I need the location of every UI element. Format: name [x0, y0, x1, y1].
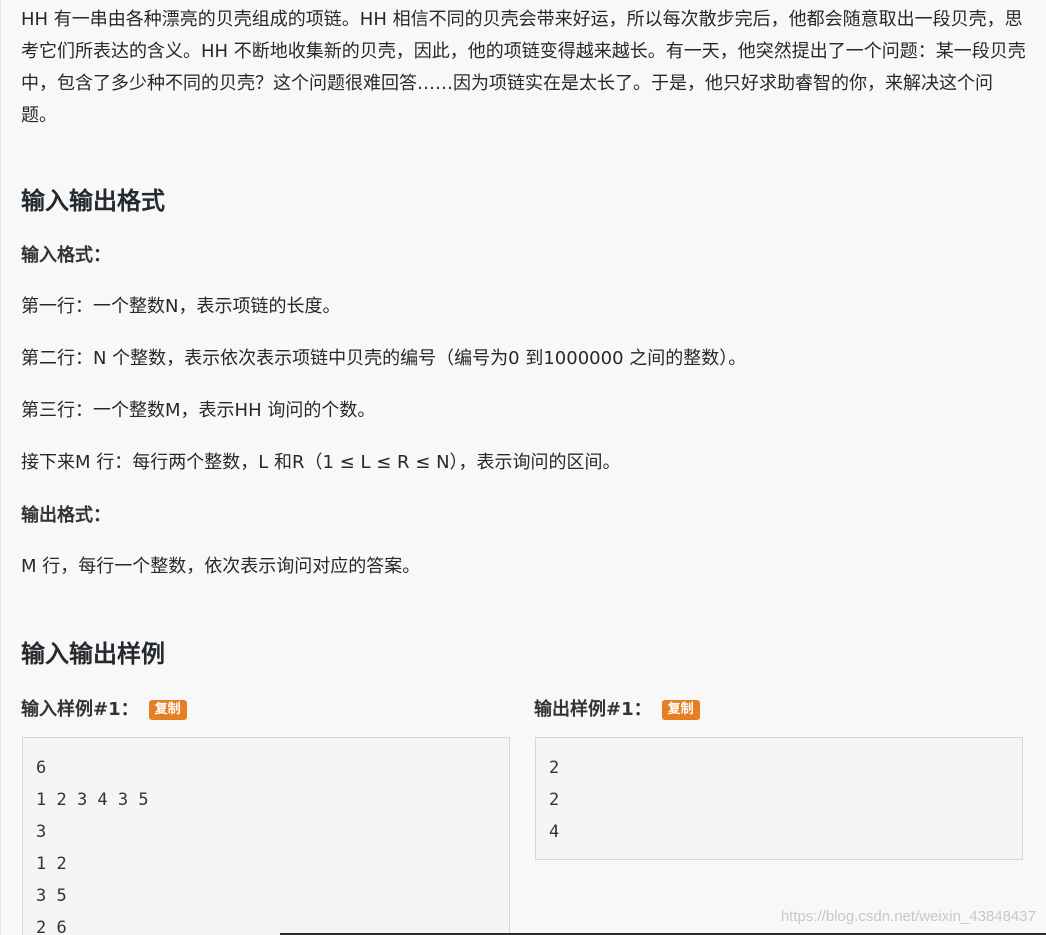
sample-input-box[interactable]: 6 1 2 3 4 3 5 3 1 2 3 5 2 6	[22, 737, 510, 935]
sample-output-title: 输出样例#1：	[534, 699, 652, 720]
output-format-label: 输出格式：	[21, 505, 111, 526]
output-line-1: M 行，每行一个整数，依次表示询问对应的答案。	[21, 556, 421, 577]
problem-description: HH 有一串由各种漂亮的贝壳组成的项链。HH 相信不同的贝壳会带来好运，所以每次…	[21, 9, 1026, 126]
io-format-heading: 输入输出格式	[21, 187, 165, 215]
problem-page: HH 有一串由各种漂亮的贝壳组成的项链。HH 相信不同的贝壳会带来好运，所以每次…	[0, 0, 1046, 935]
sample-output-box[interactable]: 2 2 4	[535, 737, 1023, 860]
sample-input-title-row: 输入样例#1： 复制	[21, 696, 187, 724]
copy-input-button[interactable]: 复制	[148, 700, 187, 720]
sample-input-title: 输入样例#1：	[21, 699, 139, 720]
samples-heading: 输入输出样例	[21, 640, 165, 668]
watermark: https://blog.csdn.net/weixin_43848437	[780, 908, 1036, 925]
input-line-3: 第三行：一个整数M，表示HH 询问的个数。	[21, 400, 376, 421]
copy-output-button[interactable]: 复制	[661, 700, 700, 720]
input-line-1: 第一行：一个整数N，表示项链的长度。	[21, 296, 341, 317]
input-line-4: 接下来M 行：每行两个整数，L 和R（1 ≤ L ≤ R ≤ N），表示询问的区…	[21, 452, 621, 473]
input-format-label: 输入格式：	[21, 245, 111, 266]
sample-output-title-row: 输出样例#1： 复制	[534, 696, 700, 724]
input-line-2: 第二行：N 个整数，表示依次表示项链中贝壳的编号（编号为0 到1000000 之…	[21, 348, 747, 369]
